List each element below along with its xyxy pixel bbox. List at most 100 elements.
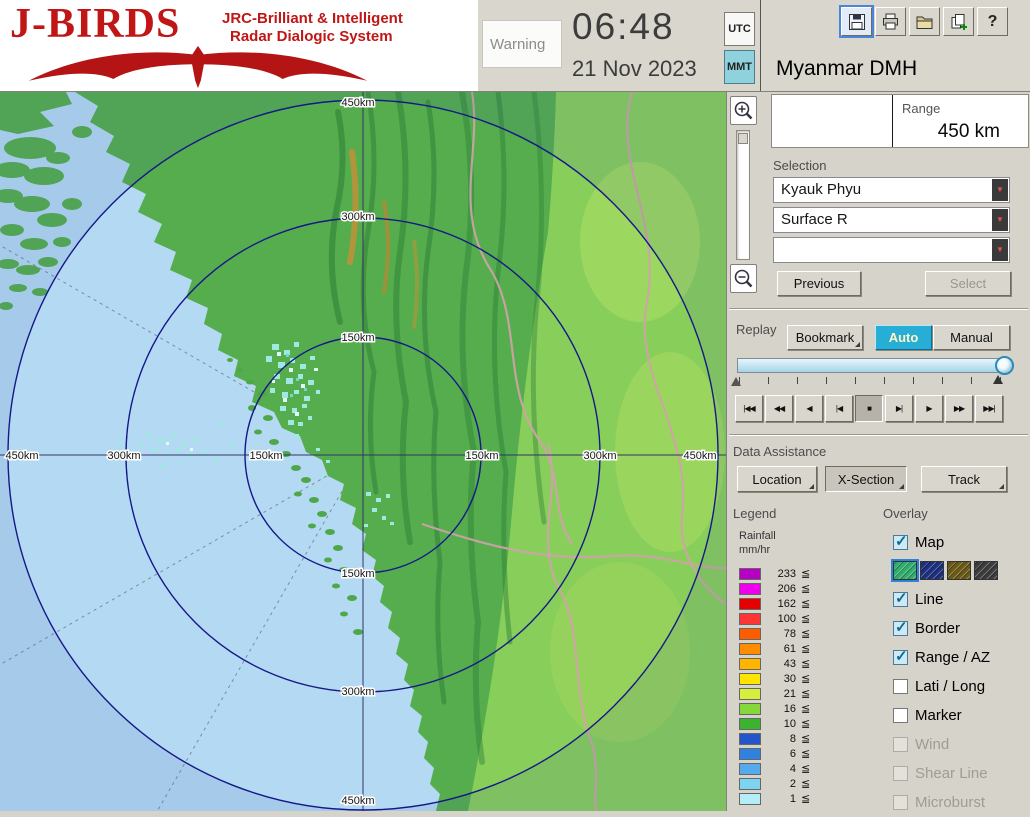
legend-value: 233 (766, 568, 796, 580)
zoom-out-button[interactable] (730, 264, 757, 293)
legend-row: 6 ≦ (739, 746, 810, 761)
range-divider (892, 95, 893, 147)
range-ring-label: 150km (465, 450, 498, 462)
timeline-start-marker[interactable] (731, 377, 741, 386)
overlay-item[interactable]: Range / AZ (883, 643, 1030, 672)
zoom-in-icon (733, 100, 754, 121)
map-style-swatch[interactable] (920, 561, 944, 580)
range-ring-label: 150km (341, 332, 374, 344)
legend-color-swatch (739, 793, 761, 805)
zoom-in-button[interactable] (730, 96, 757, 125)
extra-dropdown[interactable]: ▼ (773, 237, 1010, 263)
playback-button[interactable]: ◀ (795, 395, 823, 422)
dropdown-arrow-button[interactable]: ▼ (992, 209, 1008, 231)
radar-map-image[interactable]: 450km 300km 150km 450km 300km 150km 150k… (0, 92, 726, 811)
playback-button[interactable]: ■ (855, 395, 883, 422)
overlay-label: Wind (915, 736, 949, 753)
manual-button[interactable]: Manual (933, 325, 1010, 350)
overlay-label: Lati / Long (915, 678, 985, 695)
warning-label: Warning (490, 36, 545, 53)
overlay-item[interactable]: Border (883, 614, 1030, 643)
timeline-end-marker[interactable] (993, 375, 1003, 384)
overlay-item[interactable]: Wind (883, 730, 1030, 759)
dropdown-arrow-button[interactable]: ▼ (992, 239, 1008, 261)
checkbox[interactable] (893, 621, 908, 636)
playback-button[interactable]: |◀ (825, 395, 853, 422)
checkbox[interactable] (893, 679, 908, 694)
zoom-slider-handle[interactable] (738, 133, 748, 144)
legend-color-swatch (739, 583, 761, 595)
legend-color-swatch (739, 658, 761, 670)
legend-leq-symbol: ≦ (801, 762, 810, 775)
xsection-label: X-Section (838, 472, 894, 487)
print-button[interactable] (875, 7, 906, 36)
legend-value: 61 (766, 643, 796, 655)
overlay-item[interactable]: Shear Line (883, 759, 1030, 788)
xsection-button[interactable]: X-Section (825, 466, 907, 492)
checkbox[interactable] (893, 708, 908, 723)
playback-button[interactable]: ▶ (915, 395, 943, 422)
map-style-swatch[interactable] (947, 561, 971, 580)
overlay-item[interactable]: Line (883, 585, 1030, 614)
overlay-item[interactable]: Marker (883, 701, 1030, 730)
range-ring-label: 450km (5, 450, 38, 462)
save-button[interactable] (841, 7, 872, 36)
map-style-swatch[interactable] (893, 561, 917, 580)
location-button[interactable]: Location (737, 466, 817, 492)
overlay-title: Overlay (883, 506, 928, 521)
replay-timeline-slider[interactable] (737, 358, 1007, 373)
separator (729, 434, 1028, 436)
legend-color-swatch (739, 628, 761, 640)
legend-row: 30 ≦ (739, 671, 810, 686)
warning-button[interactable]: Warning (482, 20, 562, 68)
playback-button[interactable]: ▶▶| (975, 395, 1003, 422)
legend-color-swatch (739, 643, 761, 655)
timeline-slider-handle[interactable] (995, 356, 1014, 375)
dropdown-arrow-button[interactable]: ▼ (992, 179, 1008, 201)
overlay-item[interactable]: Microburst (883, 788, 1030, 817)
legend-leq-symbol: ≦ (801, 792, 810, 805)
menu-corner-icon (999, 484, 1004, 489)
site-dropdown-value: Kyauk Phyu (781, 181, 861, 198)
playback-button[interactable]: ▶| (885, 395, 913, 422)
checkbox[interactable] (893, 535, 908, 550)
legend-row: 43 ≦ (739, 656, 810, 671)
playback-button[interactable]: ▶▶ (945, 395, 973, 422)
duplicate-plus-icon (949, 12, 969, 32)
legend-title: Legend (733, 506, 776, 521)
playback-button[interactable]: |◀◀ (735, 395, 763, 422)
chevron-down-icon: ▼ (996, 238, 1004, 262)
legend-leq-symbol: ≦ (801, 717, 810, 730)
help-button[interactable]: ? (977, 7, 1008, 36)
playback-button[interactable]: ◀◀ (765, 395, 793, 422)
open-button[interactable] (909, 7, 940, 36)
checkbox[interactable] (893, 795, 908, 810)
legend-value: 100 (766, 613, 796, 625)
previous-button[interactable]: Previous (777, 271, 861, 296)
overlay-item[interactable]: Lati / Long (883, 672, 1030, 701)
new-window-button[interactable] (943, 7, 974, 36)
legend-leq-symbol: ≦ (801, 777, 810, 790)
bookmark-button[interactable]: Bookmark (787, 325, 863, 350)
legend-color-swatch (739, 673, 761, 685)
auto-button[interactable]: Auto (875, 325, 932, 350)
legend-row: 206 ≦ (739, 581, 810, 596)
range-ring-label: 450km (341, 97, 374, 109)
selection-section-label: Selection (773, 158, 826, 173)
utc-button[interactable]: UTC (724, 12, 755, 46)
select-button[interactable]: Select (925, 271, 1011, 296)
checkbox[interactable] (893, 737, 908, 752)
track-button[interactable]: Track (921, 466, 1007, 492)
legend-row: 78 ≦ (739, 626, 810, 641)
menu-corner-icon (899, 484, 904, 489)
mmt-button[interactable]: MMT (724, 50, 755, 84)
checkbox[interactable] (893, 592, 908, 607)
zoom-slider[interactable] (736, 130, 750, 260)
product-dropdown[interactable]: Surface R ▼ (773, 207, 1010, 233)
checkbox[interactable] (893, 650, 908, 665)
map-style-swatch[interactable] (974, 561, 998, 580)
overlay-item-map[interactable]: Map (883, 528, 1030, 556)
map-area[interactable]: 450km 300km 150km 450km 300km 150km 150k… (0, 92, 726, 811)
site-dropdown[interactable]: Kyauk Phyu ▼ (773, 177, 1010, 203)
checkbox[interactable] (893, 766, 908, 781)
